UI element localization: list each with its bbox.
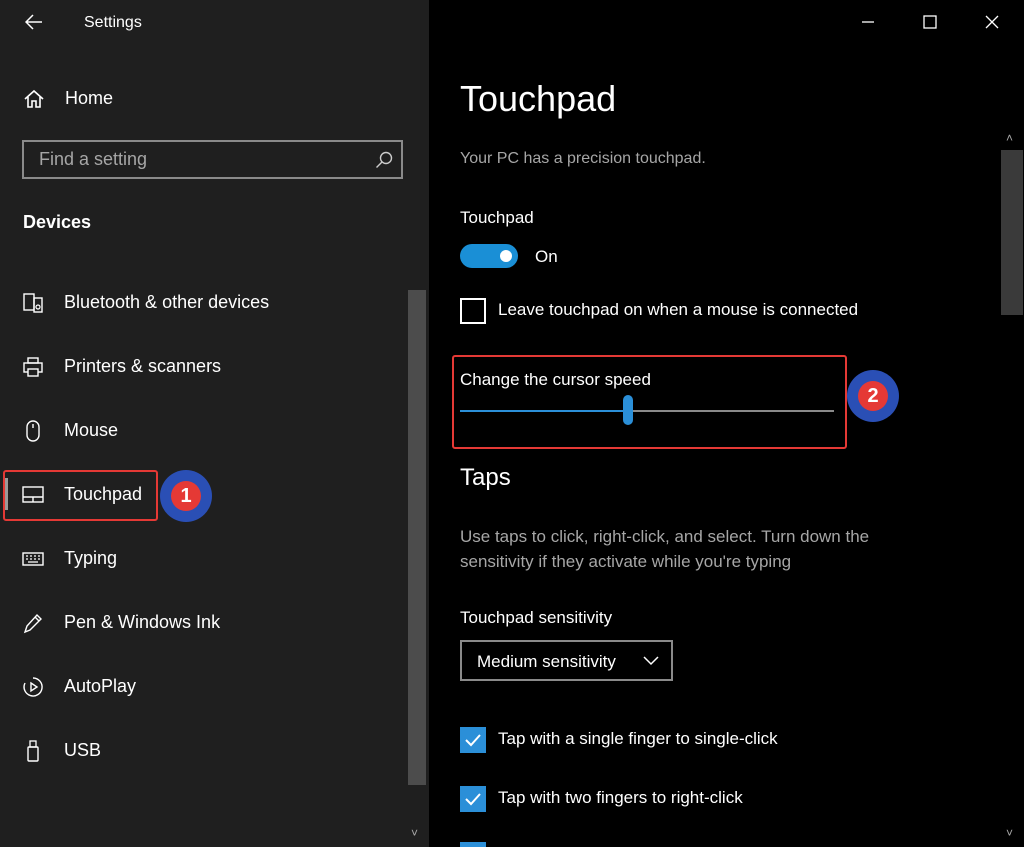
checkbox-label: Tap with a single finger to single-click xyxy=(498,729,778,748)
partial-checkbox[interactable] xyxy=(460,842,486,847)
maximize-icon xyxy=(923,15,937,29)
sidebar-item-autoplay[interactable]: AutoPlay xyxy=(0,658,405,714)
sidebar-item-typing[interactable]: Typing xyxy=(0,530,405,586)
sensitivity-label: Touchpad sensitivity xyxy=(460,608,613,627)
pen-icon xyxy=(23,613,42,634)
toggle-knob xyxy=(500,250,512,262)
main-scroll-down-arrow-icon[interactable]: ˅ xyxy=(1006,826,1013,840)
search-icon[interactable] xyxy=(375,151,393,169)
minimize-icon xyxy=(862,21,874,23)
keyboard-icon xyxy=(22,552,44,566)
chevron-down-icon xyxy=(643,656,659,666)
printer-icon xyxy=(23,357,43,377)
sidebar-item-printers[interactable]: Printers & scanners xyxy=(0,338,405,394)
annotation-box-2 xyxy=(452,355,847,449)
search-box xyxy=(22,140,403,179)
annotation-badge-1: 1 xyxy=(160,470,212,522)
annotation-number: 2 xyxy=(858,381,888,411)
sidebar-scroll-thumb[interactable] xyxy=(408,290,426,785)
sidebar-item-label: Mouse xyxy=(64,420,119,440)
touchpad-toggle-label: Touchpad xyxy=(460,208,534,227)
annotation-badge-2: 2 xyxy=(847,370,899,422)
checkbox[interactable] xyxy=(460,727,486,753)
sidebar-item-label: Printers & scanners xyxy=(64,356,222,376)
sidebar-item-home[interactable]: Home xyxy=(0,80,429,118)
close-icon xyxy=(985,15,999,29)
autoplay-icon xyxy=(23,677,43,697)
bluetooth-devices-icon xyxy=(23,293,43,313)
scroll-down-arrow-icon[interactable]: ˅ xyxy=(411,826,418,840)
close-button[interactable] xyxy=(962,0,1022,44)
sidebar-item-bluetooth[interactable]: Bluetooth & other devices xyxy=(0,274,405,330)
back-arrow-icon xyxy=(25,14,42,30)
sidebar-item-mouse[interactable]: Mouse xyxy=(0,402,405,458)
checkbox[interactable] xyxy=(460,298,486,324)
search-input[interactable] xyxy=(24,142,379,177)
sidebar-item-label: Pen & Windows Ink xyxy=(64,612,221,632)
sensitivity-dropdown[interactable]: Medium sensitivity xyxy=(460,640,673,681)
mouse-icon xyxy=(26,420,40,442)
annotation-box-1 xyxy=(3,470,158,521)
page-title: Touchpad xyxy=(460,78,617,119)
checkbox[interactable] xyxy=(460,786,486,812)
usb-icon xyxy=(27,740,39,762)
sidebar-item-pen[interactable]: Pen & Windows Ink xyxy=(0,594,405,650)
touchpad-toggle[interactable] xyxy=(460,244,518,268)
checkmark-icon xyxy=(465,734,481,747)
minimize-button[interactable] xyxy=(838,0,898,44)
sidebar-item-usb[interactable]: USB xyxy=(0,722,405,778)
dropdown-value: Medium sensitivity xyxy=(477,652,616,671)
annotation-number: 1 xyxy=(171,481,201,511)
sidebar-item-label: USB xyxy=(64,740,102,760)
back-button[interactable] xyxy=(14,6,54,38)
sidebar-item-label: Bluetooth & other devices xyxy=(64,292,270,312)
main-scroll-thumb[interactable] xyxy=(1001,150,1023,315)
sidebar: Settings Home Devices ˄ Bluetooth & othe… xyxy=(0,0,429,847)
checkbox-label: Tap with two fingers to right-click xyxy=(498,788,743,807)
toggle-state-label: On xyxy=(535,247,558,266)
maximize-button[interactable] xyxy=(900,0,960,44)
page-description: Your PC has a precision touchpad. xyxy=(460,150,706,167)
checkmark-icon xyxy=(465,793,481,806)
taps-section-title: Taps xyxy=(460,464,511,491)
checkbox-label: Leave touchpad on when a mouse is connec… xyxy=(498,300,859,319)
sidebar-item-label: AutoPlay xyxy=(64,676,137,696)
section-heading: Devices xyxy=(23,212,92,232)
app-title: Settings xyxy=(84,14,142,31)
main-scroll-up-arrow-icon[interactable]: ˄ xyxy=(1006,131,1013,145)
sidebar-item-label: Home xyxy=(65,88,114,108)
sidebar-item-label: Typing xyxy=(64,548,118,568)
taps-description: Use taps to click, right-click, and sele… xyxy=(460,527,870,571)
home-icon xyxy=(24,89,44,108)
